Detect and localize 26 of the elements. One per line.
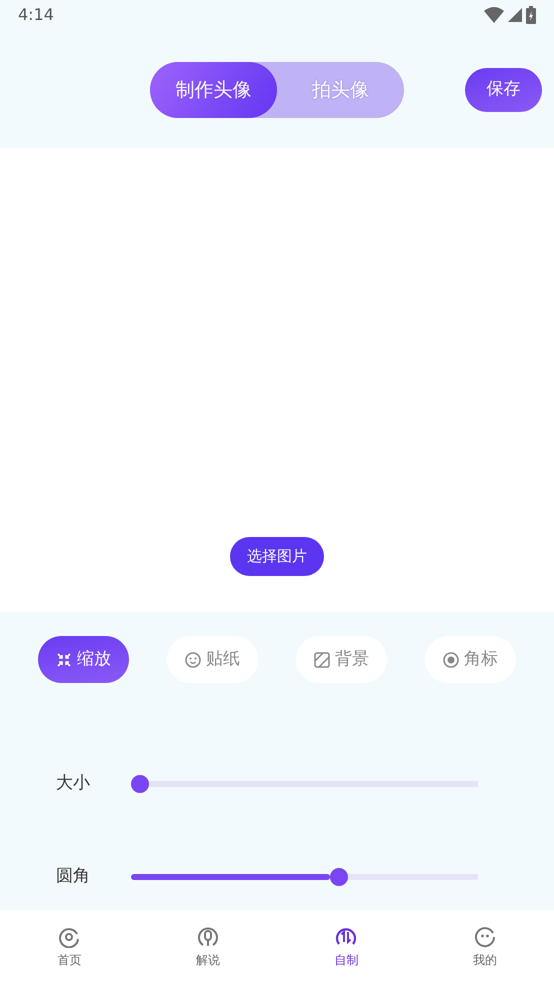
slider-label: 大小 [56, 772, 91, 795]
smiley-icon [185, 652, 201, 668]
shrink-arrows-icon [56, 652, 72, 668]
nav-tab[interactable]: 我的 [416, 910, 554, 984]
battery-icon [526, 6, 536, 24]
slider-label: 圆角 [56, 864, 91, 888]
slider-thumb[interactable] [330, 868, 348, 886]
face-icon [474, 926, 496, 948]
status-time: 4:14 [18, 4, 54, 26]
tool-tab[interactable]: 角标 [425, 636, 516, 683]
save-button[interactable]: 保存 [465, 68, 542, 112]
wifi-icon [484, 7, 504, 23]
signal-icon [508, 8, 522, 22]
nav-tab[interactable]: 解说 [138, 910, 277, 984]
hatched-square-icon [314, 652, 330, 668]
choose-image-button[interactable]: 选择图片 [230, 537, 324, 576]
disc-icon [58, 926, 80, 948]
nav-tab[interactable]: 首页 [0, 910, 138, 984]
mode-tab[interactable]: 制作头像 [150, 62, 277, 118]
microphone-icon [196, 926, 219, 948]
tool-tab[interactable]: 贴纸 [167, 636, 258, 683]
tool-tab[interactable]: 缩放 [38, 636, 129, 683]
radio-dot-icon [443, 652, 459, 668]
tool-tab[interactable]: 背景 [296, 636, 387, 683]
nav-tab[interactable]: 自制 [277, 910, 416, 984]
slider-thumb[interactable] [131, 774, 149, 792]
